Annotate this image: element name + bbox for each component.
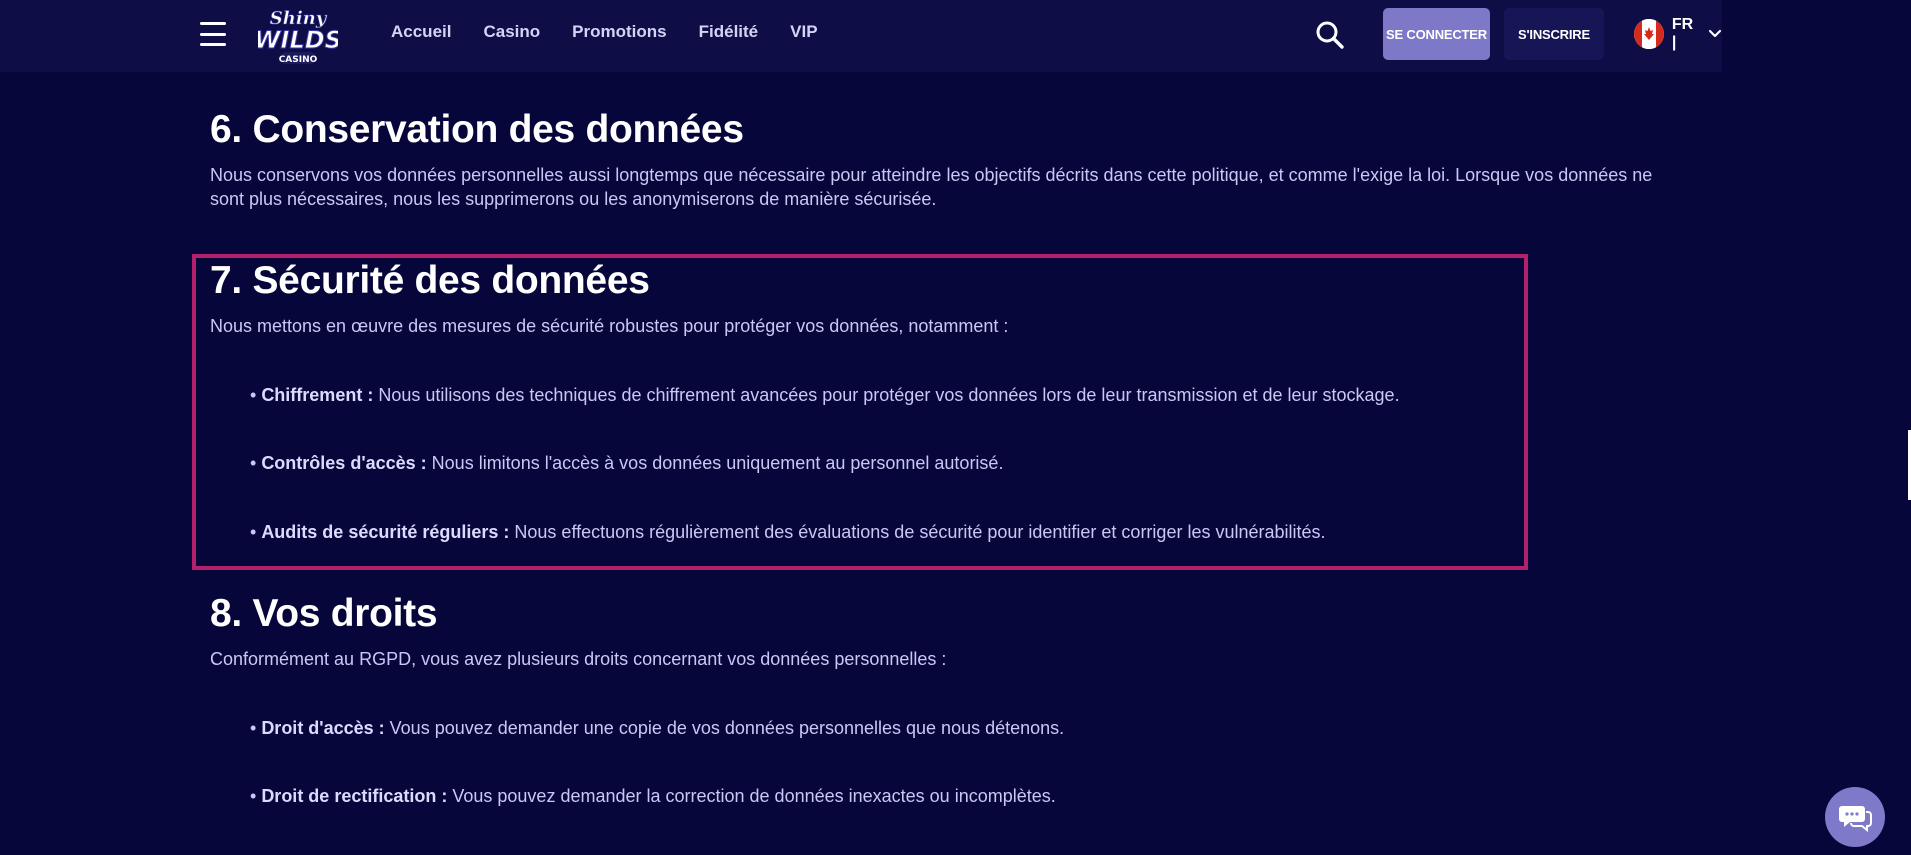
logo-line-2: WILDS <box>258 26 338 54</box>
list-item: • Chiffrement : Nous utilisons des techn… <box>250 385 1400 405</box>
section-6-title: 6. Conservation des données <box>210 108 744 151</box>
list-item-term: Droit d'accès : <box>261 718 385 738</box>
section-8-intro: Conformément au RGPD, vous avez plusieur… <box>210 649 947 669</box>
login-button[interactable]: SE CONNECTER <box>1383 8 1490 60</box>
search-icon[interactable] <box>1315 20 1345 50</box>
register-button[interactable]: S'INSCRIRE <box>1504 8 1604 60</box>
list-item-text: Vous pouvez demander la correction de do… <box>452 786 1056 806</box>
list-item-term: Audits de sécurité réguliers : <box>261 522 510 542</box>
list-item: • Contrôles d'accès : Nous limitons l'ac… <box>250 453 1004 473</box>
nav-promotions[interactable]: Promotions <box>572 22 666 42</box>
section-7-title: 7. Sécurité des données <box>210 259 650 302</box>
list-item-term: Chiffrement : <box>261 385 374 405</box>
canada-flag-icon <box>1634 19 1664 49</box>
chevron-down-icon <box>1708 29 1722 38</box>
section-6-text: Nous conservons vos données personnelles… <box>210 165 1653 209</box>
logo-line-3: CASINO <box>279 55 318 65</box>
list-item: • Droit d'accès : Vous pouvez demander u… <box>250 718 1065 738</box>
language-selector[interactable]: FR | <box>1634 16 1722 51</box>
list-item: • Audits de sécurité réguliers : Nous ef… <box>250 522 1326 542</box>
chat-bubble-icon[interactable] <box>1825 787 1885 847</box>
section-7-intro: Nous mettons en œuvre des mesures de séc… <box>210 316 1009 336</box>
language-label: FR | <box>1671 16 1694 51</box>
list-item-term: Contrôles d'accès : <box>261 453 427 473</box>
section-8-title: 8. Vos droits <box>210 592 438 635</box>
nav-casino[interactable]: Casino <box>483 22 540 42</box>
list-item-text: Vous pouvez demander une copie de vos do… <box>389 718 1065 738</box>
shiny-wilds-logo[interactable]: Shiny WILDS CASINO <box>254 2 343 68</box>
list-item-text: Nous effectuons régulièrement des évalua… <box>514 522 1326 542</box>
main-nav: Accueil Casino Promotions Fidélité VIP <box>391 0 850 64</box>
list-item: • Droit de rectification : Vous pouvez d… <box>250 786 1056 806</box>
nav-accueil[interactable]: Accueil <box>391 22 451 42</box>
top-navigation-bar: Shiny WILDS CASINO Accueil Casino Promot… <box>0 0 1722 72</box>
list-item-text: Nous limitons l'accès à vos données uniq… <box>431 453 1004 473</box>
list-item-text: Nous utilisons des techniques de chiffre… <box>378 385 1400 405</box>
list-item-term: Droit de rectification : <box>261 786 448 806</box>
nav-vip[interactable]: VIP <box>790 22 817 42</box>
hamburger-menu-icon[interactable] <box>200 22 226 46</box>
nav-fidelite[interactable]: Fidélité <box>699 22 759 42</box>
